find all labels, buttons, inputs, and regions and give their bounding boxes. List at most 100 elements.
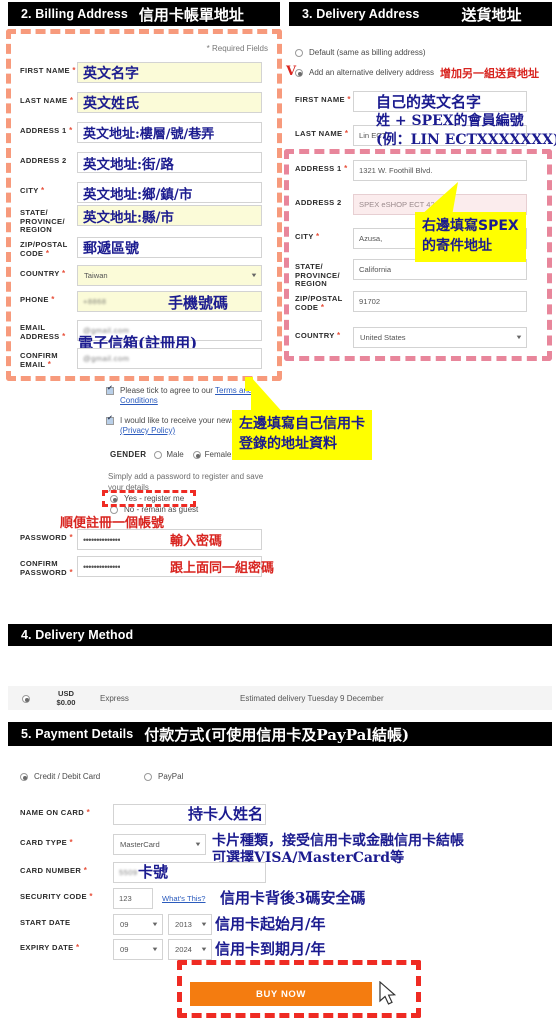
required-asterisk: * xyxy=(75,943,80,952)
chevron-down-icon: ▼ xyxy=(200,921,208,928)
terms-checkbox[interactable] xyxy=(106,385,114,395)
required-asterisk: * xyxy=(45,248,50,258)
card-number-input[interactable]: 5509 xyxy=(113,862,266,883)
billing-first-name-input[interactable]: 英文名字 xyxy=(77,62,262,83)
billing-address1-input[interactable]: 英文地址:樓層/號/巷弄 xyxy=(77,122,262,143)
privacy-policy-link[interactable]: (Privacy Policy) xyxy=(120,426,175,435)
section-payment-number: 5. Payment Details xyxy=(21,727,134,741)
password-input[interactable]: •••••••••••••• xyxy=(77,529,262,550)
annotation-start-date: 信用卡起始月/年 xyxy=(215,915,326,933)
expiry-date-year-select[interactable]: 2024 ▼ xyxy=(168,939,212,960)
chevron-down-icon: ▼ xyxy=(151,921,159,928)
callout-delivery-line1: 右邊填寫SPEX xyxy=(422,218,519,234)
delivery-last-name-input[interactable]: Lin ECT xyxy=(353,125,527,146)
section-header-billing: 2. Billing Address 信用卡帳單地址 xyxy=(8,2,280,26)
payment-method-card-row[interactable]: Credit / Debit Card xyxy=(20,772,100,781)
annotation-security-code: 信用卡背後3碼安全碼 xyxy=(220,889,366,907)
annotation-card-type-1: 卡片種類，接受信用卡或金融信用卡結帳 xyxy=(212,833,464,849)
section-delivery-number: 3. Delivery Address xyxy=(302,7,420,21)
gender-row: GENDER Male Female xyxy=(110,450,231,460)
delivery-last-name-label: LAST NAME xyxy=(295,129,343,138)
billing-country-select[interactable]: Taiwan ▼ xyxy=(77,265,262,286)
payment-card-radio[interactable] xyxy=(20,773,28,781)
payment-method-paypal-row[interactable]: PayPal xyxy=(144,772,183,781)
delivery-first-name-input[interactable] xyxy=(353,91,527,112)
billing-phone-label: PHONE xyxy=(20,295,49,304)
card-number-label: CARD NUMBER xyxy=(20,866,82,875)
start-date-month-select[interactable]: 09 ▼ xyxy=(113,914,163,935)
required-asterisk: * xyxy=(69,96,74,105)
billing-state-label: STATE/ PROVINCE/ REGION xyxy=(20,208,65,235)
register-no-radio[interactable] xyxy=(110,506,118,514)
billing-email-label: EMAIL ADDRESS xyxy=(20,323,60,341)
delivery-alt-radio[interactable] xyxy=(295,69,303,77)
required-asterisk: * xyxy=(47,359,52,369)
gender-female-radio[interactable] xyxy=(192,451,201,459)
callout-billing: 左邊填寫自己信用卡 登錄的地址資料 xyxy=(232,377,372,460)
buy-now-button[interactable]: BUY NOW xyxy=(190,982,372,1006)
delivery-default-label: Default (same as billing address) xyxy=(309,48,426,57)
security-code-input[interactable]: 123 xyxy=(113,888,153,909)
billing-row-phone: PHONE * +8868 xyxy=(20,291,262,312)
expiry-date-label: EXPIRY DATE xyxy=(20,943,74,952)
billing-zip-label: ZIP/POSTAL CODE xyxy=(20,240,68,258)
callout-delivery-line2: 的寄件地址 xyxy=(422,238,492,254)
delivery-method-option-row[interactable]: USD $0.00 Express Estimated delivery Tue… xyxy=(8,686,552,710)
required-asterisk: * xyxy=(69,533,73,542)
required-asterisk: * xyxy=(69,567,73,577)
mouse-cursor xyxy=(379,981,397,1005)
billing-last-name-label: LAST NAME xyxy=(20,96,68,105)
password-label: PASSWORD xyxy=(20,533,67,542)
billing-email-input[interactable]: @gmail.com xyxy=(77,320,262,341)
start-date-year-select[interactable]: 2013 ▼ xyxy=(168,914,212,935)
delivery-zip-label: ZIP/POSTAL CODE xyxy=(295,294,343,312)
billing-city-input[interactable]: 英文地址:鄉/鎮/市 xyxy=(77,182,262,203)
billing-row-city: CITY * 英文地址:鄉/鎮/市 xyxy=(20,182,262,203)
payment-row-card-type: CARD TYPE * MasterCard ▼ xyxy=(20,834,206,855)
billing-phone-input[interactable]: +8868 xyxy=(77,291,262,312)
card-type-select[interactable]: MasterCard ▼ xyxy=(113,834,206,855)
delivery-method-name: Express xyxy=(100,693,129,703)
payment-row-security-code: SECURITY CODE * 123 What's This? xyxy=(20,888,206,909)
confirm-password-input[interactable]: •••••••••••••• xyxy=(77,556,262,577)
billing-confirm-email-input[interactable]: @gmail.com xyxy=(77,348,262,369)
delivery-alt-label: Add an alternative delivery address xyxy=(309,68,434,77)
billing-row-country: COUNTRY * Taiwan ▼ xyxy=(20,265,262,286)
gender-male-radio[interactable] xyxy=(154,451,163,459)
payment-row-name-on-card: NAME ON CARD * xyxy=(20,804,266,825)
billing-row-address1: ADDRESS 1 * 英文地址:樓層/號/巷弄 xyxy=(20,122,262,143)
billing-country-label: COUNTRY xyxy=(20,269,60,278)
delivery-row-country: COUNTRY * United States ▼ xyxy=(295,327,527,348)
payment-row-card-number: CARD NUMBER * 5509 xyxy=(20,862,266,883)
required-asterisk: * xyxy=(62,331,66,341)
billing-last-name-input[interactable]: 英文姓氏 xyxy=(77,92,262,113)
newsletter-checkbox[interactable] xyxy=(106,415,114,425)
gender-label: GENDER xyxy=(110,450,147,459)
delivery-method-radio[interactable] xyxy=(22,695,30,703)
delivery-address1-input[interactable]: 1321 W. Foothill Blvd. xyxy=(353,160,527,181)
chevron-down-icon: ▼ xyxy=(194,841,202,848)
delivery-alt-row[interactable]: Add an alternative delivery address 增加另一… xyxy=(295,67,539,84)
delivery-default-row[interactable]: Default (same as billing address) xyxy=(295,48,426,57)
delivery-address1-label: ADDRESS 1 xyxy=(295,164,342,173)
chevron-down-icon: ▼ xyxy=(151,946,159,953)
payment-paypal-radio[interactable] xyxy=(144,773,152,781)
section-header-payment: 5. Payment Details 付款方式(可使用信用卡及PayPal結帳) xyxy=(8,722,552,746)
name-on-card-input[interactable] xyxy=(113,804,266,825)
billing-row-password: PASSWORD * •••••••••••••• xyxy=(20,529,262,550)
delivery-zip-input[interactable]: 91702 xyxy=(353,291,527,312)
delivery-default-radio[interactable] xyxy=(295,49,303,57)
billing-state-input[interactable]: 英文地址:縣/市 xyxy=(77,205,262,226)
delivery-state-input[interactable]: California xyxy=(353,259,527,280)
billing-row-email: EMAIL ADDRESS * @gmail.com xyxy=(20,320,262,341)
required-asterisk: * xyxy=(69,838,73,847)
delivery-method-estimate: Estimated delivery Tuesday 9 December xyxy=(240,693,384,703)
billing-address2-input[interactable]: 英文地址:街/路 xyxy=(77,152,262,173)
billing-zip-input[interactable]: 郵遞區號 xyxy=(77,237,262,258)
delivery-method-price: $0.00 xyxy=(56,698,76,707)
security-code-help-link[interactable]: What's This? xyxy=(162,888,206,903)
expiry-date-month-select[interactable]: 09 ▼ xyxy=(113,939,163,960)
start-date-label: START DATE xyxy=(20,918,71,927)
delivery-country-select[interactable]: United States ▼ xyxy=(353,327,527,348)
billing-address1-label: ADDRESS 1 xyxy=(20,126,67,135)
